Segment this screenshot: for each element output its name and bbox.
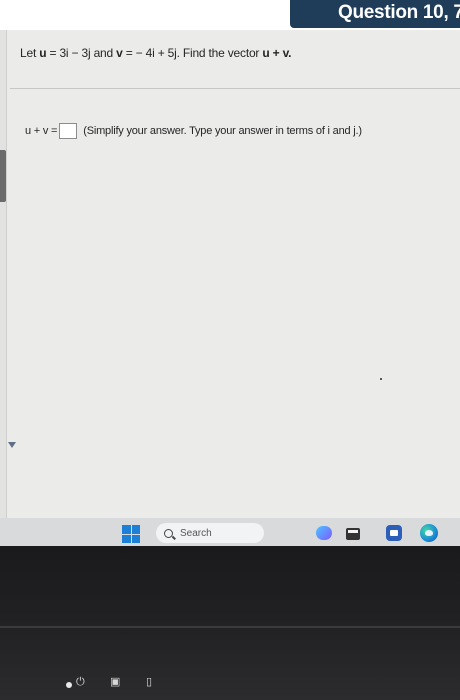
question-title: Question 10, 7.: [338, 2, 460, 23]
power-led-icon: [66, 682, 72, 688]
browser-viewport: < Question 10, 7. Let u = 3i − 3j and v …: [0, 0, 460, 518]
power-icon: ⏻: [76, 676, 85, 688]
answer-input[interactable]: [59, 123, 78, 139]
question-let: Let: [20, 46, 37, 60]
divider: [10, 88, 460, 89]
answer-prefix: u + v =: [25, 125, 58, 137]
folder-icon[interactable]: [346, 528, 360, 540]
bezel-edge: [0, 626, 460, 628]
taskbar-search[interactable]: Search: [156, 523, 264, 543]
edge-browser-icon[interactable]: [420, 524, 438, 542]
video-icon[interactable]: [386, 525, 402, 541]
taskbar: Search: [0, 518, 460, 546]
question-find: Find the vector: [182, 46, 260, 60]
copilot-icon[interactable]: [316, 526, 332, 540]
header-bar: < Question 10, 7.: [0, 0, 460, 30]
scroll-handle[interactable]: [0, 150, 6, 202]
caret-down-icon[interactable]: [8, 442, 16, 448]
search-label: Search: [180, 527, 212, 539]
windows-logo-icon[interactable]: [122, 525, 140, 543]
answer-hint: (Simplify your answer. Type your answer …: [83, 125, 362, 137]
question-and: and: [93, 46, 114, 60]
search-icon: [164, 528, 173, 538]
equation-v: = − 4i + 5j.: [122, 46, 180, 60]
left-panel-edge: [0, 30, 7, 518]
answer-row: u + v = (Simplify your answer. Type your…: [25, 123, 362, 139]
question-text: Let u = 3i − 3j and v = − 4i + 5j. Find …: [20, 46, 292, 60]
lock-icon: ▣: [110, 676, 121, 688]
question-target: u + v.: [262, 46, 292, 60]
laptop-bezel: [0, 546, 460, 700]
screen-speck: [380, 378, 382, 380]
equation-u: = 3i − 3j: [46, 46, 91, 60]
number-lock-icon: ▯: [146, 676, 153, 688]
